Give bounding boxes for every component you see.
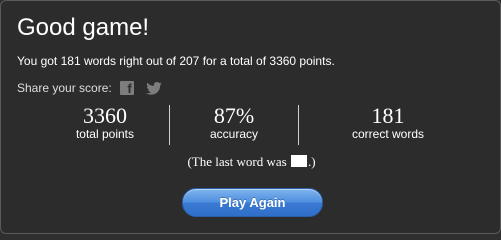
game-over-dialog: Good game! You got 181 words right out o… — [0, 0, 501, 234]
share-row: Share your score: f — [17, 79, 162, 97]
score-summary: You got 181 words right out of 207 for a… — [17, 54, 335, 68]
stat-label: correct words — [351, 127, 425, 141]
stat-divider — [298, 105, 299, 145]
stats-row: 3360 total points 87% accuracy 181 corre… — [41, 105, 461, 147]
stat-total-points: 3360 total points — [41, 103, 169, 142]
stat-value: 181 — [371, 103, 405, 128]
share-label: Share your score: — [17, 81, 112, 95]
last-word-prefix: (The last word was — [187, 154, 287, 169]
stat-accuracy: 87% accuracy — [170, 103, 298, 142]
stat-value: 87% — [213, 103, 255, 128]
last-word-suffix: .) — [307, 154, 316, 169]
hidden-word-box — [290, 155, 307, 167]
last-word-line: (The last word was .) — [1, 154, 501, 170]
stat-label: total points — [75, 127, 135, 141]
dialog-title: Good game! — [17, 14, 150, 41]
play-again-button[interactable]: Play Again — [182, 188, 323, 217]
stat-correct-words: 181 correct words — [313, 103, 463, 142]
twitter-icon[interactable] — [145, 81, 162, 95]
facebook-glyph: f — [127, 81, 132, 96]
stat-value: 3360 — [83, 103, 127, 128]
facebook-icon[interactable]: f — [119, 81, 134, 96]
stat-label: accuracy — [209, 127, 259, 141]
